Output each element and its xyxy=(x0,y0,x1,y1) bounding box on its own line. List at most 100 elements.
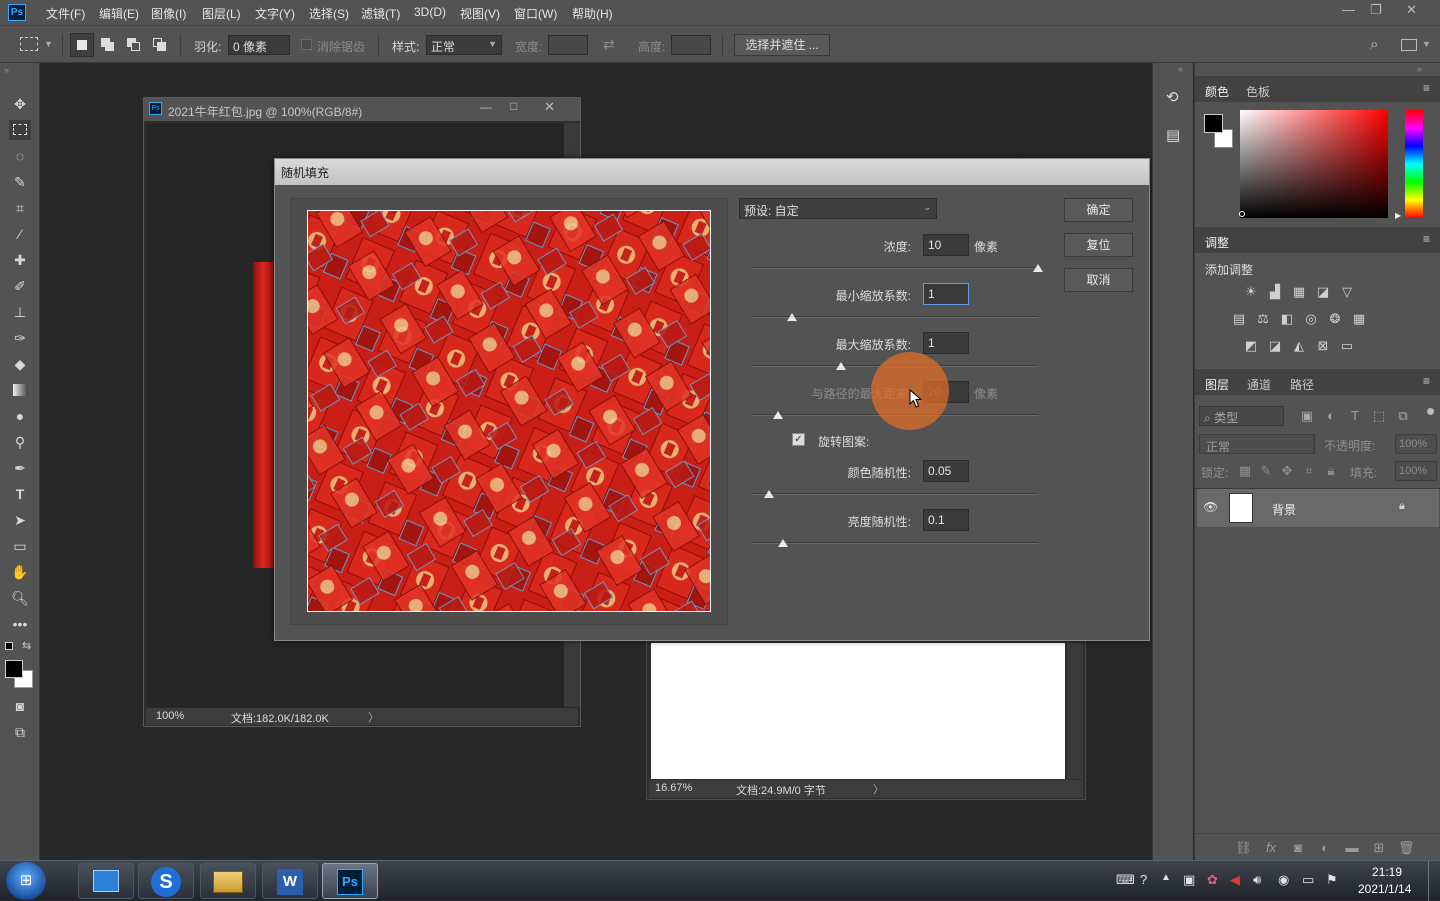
restore-icon[interactable]: ❐ xyxy=(1370,2,1382,18)
density-slider[interactable] xyxy=(752,267,1038,269)
menu-image[interactable]: 图像(I) xyxy=(151,5,186,22)
reset-button[interactable]: 复位 xyxy=(1064,233,1133,257)
clock-time[interactable]: 21:19 xyxy=(1372,865,1402,879)
panel-menu-icon[interactable]: ≡ xyxy=(1423,232,1430,246)
ok-button[interactable]: 确定 xyxy=(1064,198,1133,222)
preset-select[interactable]: 预设: 自定 ⌄ xyxy=(739,198,937,219)
panel-menu-icon[interactable]: ≡ xyxy=(1423,374,1430,388)
chevron-right-icon[interactable]: 〉 xyxy=(368,709,379,725)
vertical-scrollbar[interactable] xyxy=(1067,643,1083,779)
filter-shape-icon[interactable]: ⬚ xyxy=(1371,408,1387,424)
select-and-mask-button[interactable]: 选择并遮住 ... xyxy=(734,34,830,56)
menu-help[interactable]: 帮助(H) xyxy=(572,5,613,22)
chevron-right-icon[interactable]: 〉 xyxy=(873,781,884,797)
menu-layer[interactable]: 图层(L) xyxy=(202,5,241,22)
crop-tool-icon[interactable]: ⌗ xyxy=(9,198,31,218)
color-picker-marker[interactable] xyxy=(1239,211,1245,217)
zoom-level[interactable]: 16.67% xyxy=(655,782,692,794)
eraser-tool-icon[interactable]: ◆ xyxy=(9,354,31,374)
exposure-icon[interactable]: ◪ xyxy=(1315,284,1331,300)
color-randomness-slider[interactable] xyxy=(752,493,1038,495)
brightness-randomness-input[interactable]: 0.1 xyxy=(923,509,969,531)
layer-row[interactable]: 👁︎ 背景 🔒︎ xyxy=(1197,489,1439,527)
selective-color-icon[interactable]: ⊠ xyxy=(1315,338,1331,354)
lock-all-icon[interactable]: 🔒︎ xyxy=(1323,463,1339,479)
new-group-icon[interactable]: ▬ xyxy=(1344,840,1360,856)
path-distance-slider-thumb[interactable] xyxy=(772,411,783,419)
menu-filter[interactable]: 滤镜(T) xyxy=(361,5,400,22)
color-lookup-icon[interactable]: ▦ xyxy=(1351,311,1367,327)
help-icon[interactable]: ? xyxy=(1140,872,1147,887)
style-select[interactable]: 正常 ▼ xyxy=(426,35,502,55)
foreground-color-swatch[interactable] xyxy=(5,660,23,678)
feather-input[interactable]: 0 像素 xyxy=(228,35,290,55)
tab-adjustments[interactable]: 调整 xyxy=(1205,234,1229,251)
history-panel-icon[interactable]: ⟲ xyxy=(1166,88,1179,106)
quick-mask-icon[interactable]: ◙ xyxy=(9,696,31,716)
hue-saturation-icon[interactable]: ▤ xyxy=(1231,311,1247,327)
intersect-selection-icon[interactable] xyxy=(153,38,167,52)
screen-mode-icon[interactable]: ⧉ xyxy=(9,722,31,742)
max-scale-input[interactable]: 1 xyxy=(923,332,969,354)
marquee-tool-preset-icon[interactable] xyxy=(20,37,38,51)
lock-transparency-icon[interactable]: ▦ xyxy=(1237,463,1253,479)
antialias-checkbox[interactable] xyxy=(301,39,312,50)
swap-colors-icon[interactable]: ⇆ xyxy=(22,639,31,652)
menu-window[interactable]: 窗口(W) xyxy=(514,5,557,22)
collapse-icon[interactable]: » xyxy=(4,65,9,75)
maximize-icon[interactable]: □ xyxy=(510,99,517,113)
volume-icon[interactable]: 🔊︎ xyxy=(1253,872,1261,888)
menu-view[interactable]: 视图(V) xyxy=(460,5,500,22)
fill-input[interactable]: 100% xyxy=(1395,461,1437,481)
panel-menu-icon[interactable]: ≡ xyxy=(1423,81,1430,95)
quick-selection-tool-icon[interactable]: ✎ xyxy=(9,172,31,192)
swap-dimensions-icon[interactable]: ⇄ xyxy=(603,36,615,53)
brush-tool-icon[interactable]: ✐ xyxy=(9,276,31,296)
min-scale-slider-thumb[interactable] xyxy=(787,313,798,321)
word-icon[interactable]: W xyxy=(262,863,318,899)
threshold-icon[interactable]: ◭ xyxy=(1291,338,1307,354)
hue-slider[interactable] xyxy=(1405,110,1423,218)
posterize-icon[interactable]: ◪ xyxy=(1267,338,1283,354)
collapse-icon[interactable]: « xyxy=(1178,64,1183,74)
gradient-tool-icon[interactable] xyxy=(9,380,31,400)
subtract-selection-icon[interactable] xyxy=(127,38,141,52)
tab-layers[interactable]: 图层 xyxy=(1205,376,1229,393)
filter-adjustment-icon[interactable]: ◐ xyxy=(1323,408,1339,424)
properties-panel-icon[interactable]: ▤ xyxy=(1166,126,1180,144)
more-tools-icon[interactable]: ••• xyxy=(9,614,31,634)
display-icon[interactable]: ▭ xyxy=(1302,872,1314,888)
app-tray-icon[interactable]: ✿ xyxy=(1207,872,1218,888)
levels-icon[interactable]: ▟ xyxy=(1267,284,1283,300)
keyboard-icon[interactable]: ⌨ xyxy=(1116,872,1135,888)
width-input[interactable] xyxy=(548,35,588,55)
layer-style-icon[interactable]: fx xyxy=(1263,840,1279,856)
invert-icon[interactable]: ◩ xyxy=(1243,338,1259,354)
filter-type-icon[interactable]: T xyxy=(1347,408,1363,424)
tab-color[interactable]: 颜色 xyxy=(1205,83,1229,100)
windows-explorer-icon[interactable] xyxy=(78,863,134,899)
chevron-up-icon[interactable]: ▲ xyxy=(1161,872,1171,883)
link-layers-icon[interactable]: ⛓ xyxy=(1235,840,1252,856)
photo-filter-icon[interactable]: ◎ xyxy=(1303,311,1319,327)
path-selection-tool-icon[interactable]: ➤ xyxy=(9,510,31,530)
healing-brush-tool-icon[interactable]: ✚ xyxy=(9,250,31,270)
photoshop-app-icon[interactable]: Ps xyxy=(8,4,26,21)
close-icon[interactable]: ✕ xyxy=(544,99,555,115)
menu-file[interactable]: 文件(F) xyxy=(46,5,85,22)
close-icon[interactable]: ✕ xyxy=(1406,2,1417,18)
pen-tool-icon[interactable]: ✒ xyxy=(9,458,31,478)
brightness-randomness-slider[interactable] xyxy=(752,542,1038,544)
sogou-icon[interactable]: S xyxy=(138,863,194,899)
action-center-icon[interactable]: ⚑ xyxy=(1326,872,1338,888)
opacity-input[interactable]: 100% xyxy=(1395,434,1437,454)
layer-filter-select[interactable]: ⌕ 类型 xyxy=(1199,406,1284,426)
filter-toggle[interactable] xyxy=(1427,408,1434,415)
filter-smart-object-icon[interactable]: ⧉ xyxy=(1395,408,1411,424)
max-scale-slider-thumb[interactable] xyxy=(835,362,846,370)
channel-mixer-icon[interactable]: ❂ xyxy=(1327,311,1343,327)
new-selection-button[interactable] xyxy=(70,33,94,57)
rectangle-tool-icon[interactable]: ▭ xyxy=(9,536,31,556)
chevron-down-icon[interactable]: ▼ xyxy=(1422,39,1431,49)
workspace-icon[interactable] xyxy=(1401,39,1417,51)
